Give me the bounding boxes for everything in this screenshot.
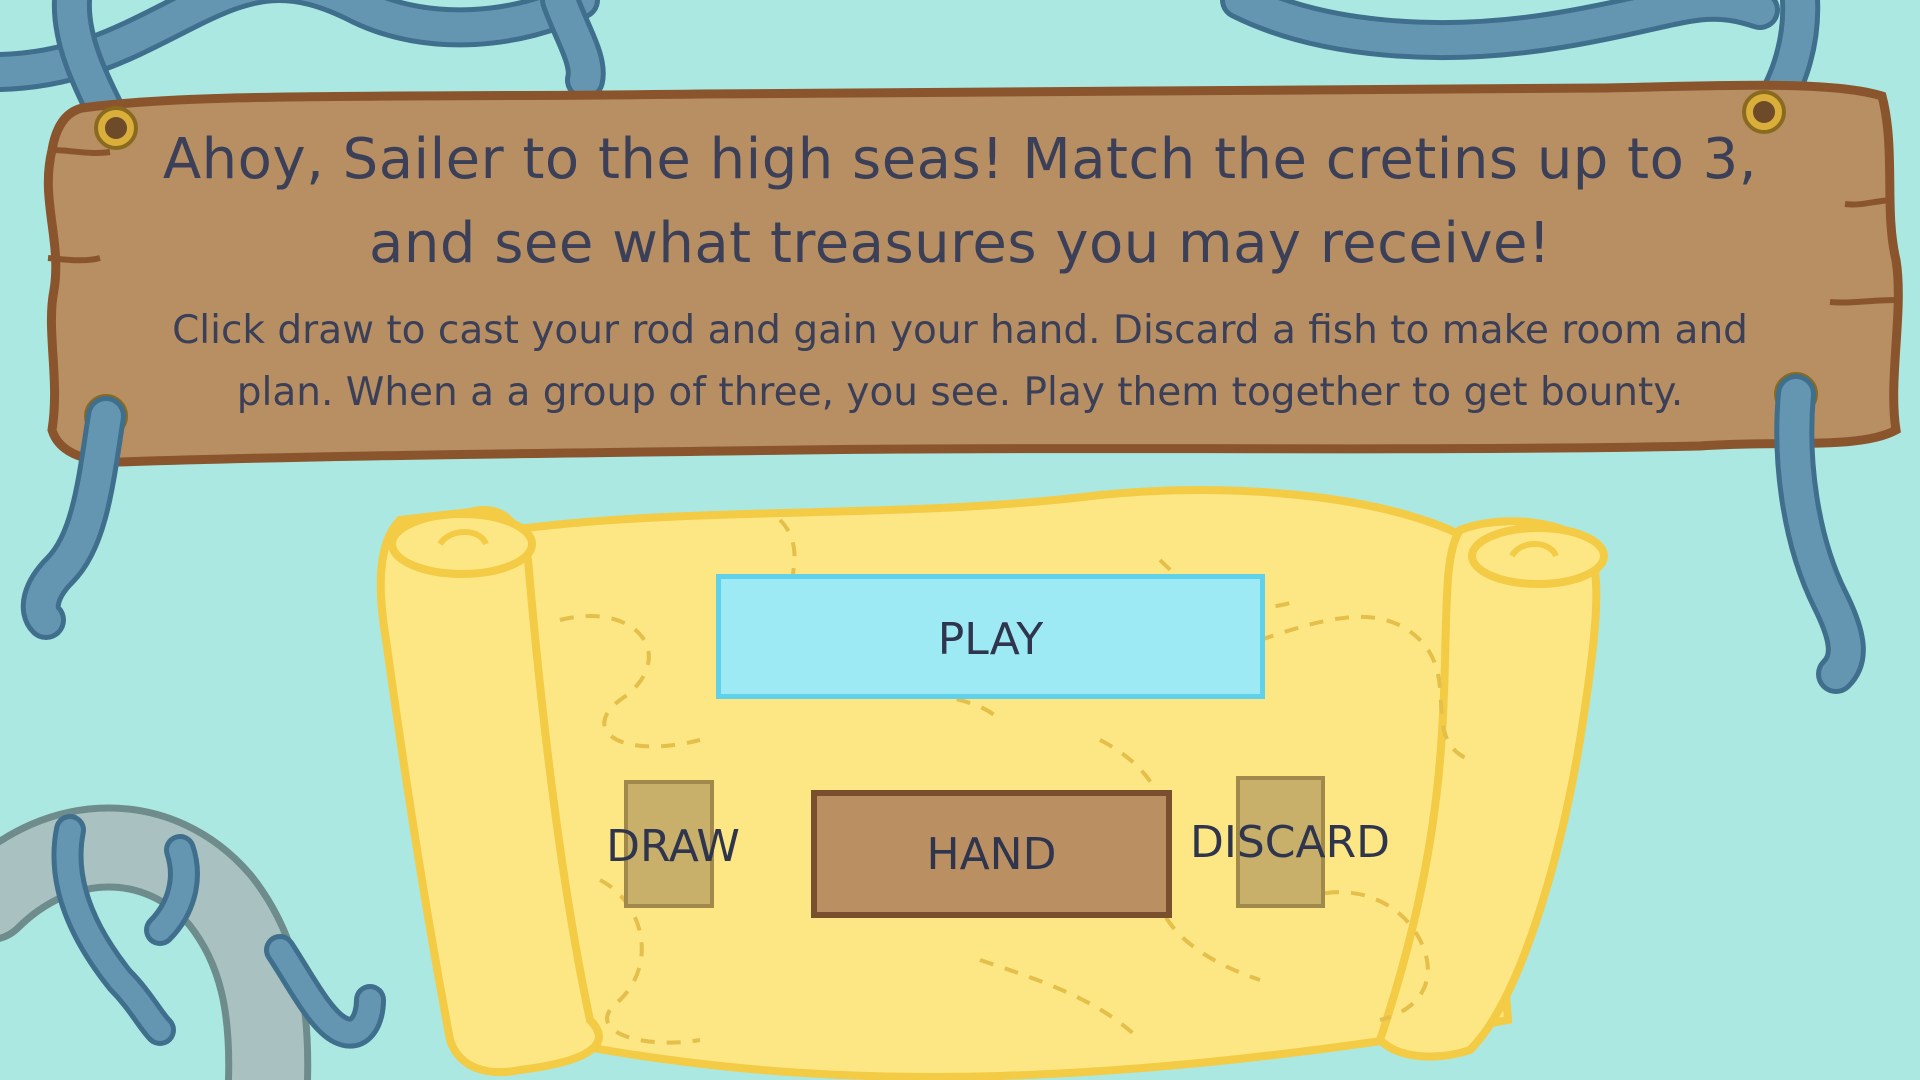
- game-scene: Ahoy, Sailer to the high seas! Match the…: [0, 0, 1920, 1080]
- discard-button-label[interactable]: DISCARD: [1180, 818, 1400, 868]
- tentacle-icon: [0, 804, 386, 1080]
- play-button[interactable]: PLAY: [716, 574, 1265, 699]
- play-button-label: PLAY: [937, 614, 1044, 665]
- sign-instructions: Click draw to cast your rod and gain you…: [172, 308, 1748, 415]
- hand-area[interactable]: HAND: [811, 790, 1172, 918]
- draw-button-label[interactable]: DRAW: [598, 822, 748, 872]
- hand-label: HAND: [926, 829, 1057, 880]
- sign-headline: Ahoy, Sailer to the high seas! Match the…: [162, 127, 1758, 276]
